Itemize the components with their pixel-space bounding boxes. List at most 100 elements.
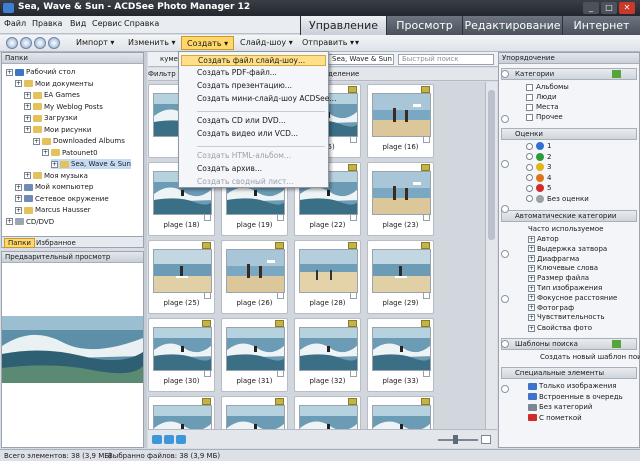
mode-tab-online[interactable]: Интернет	[562, 16, 640, 35]
create-menu-item[interactable]: Создать CD или DVD...	[197, 116, 286, 125]
expand-toggle-icon[interactable]: +	[528, 313, 535, 321]
section-pin-icon[interactable]	[501, 115, 509, 123]
category-checkbox[interactable]	[526, 93, 533, 101]
thumbnail-checkbox[interactable]	[350, 136, 357, 143]
expand-toggle-icon[interactable]: +	[42, 149, 49, 156]
folder-combo[interactable]: Sea, Wave & Sun	[328, 54, 394, 65]
create-menu-item[interactable]: Создать файл слайд-шоу...	[181, 55, 326, 66]
category-item[interactable]: Альбомы	[526, 83, 569, 92]
special-item[interactable]: Только изображения	[528, 382, 616, 391]
section-pin-icon[interactable]	[501, 70, 509, 78]
thumbnail-checkbox[interactable]	[423, 292, 430, 299]
send-button[interactable]: Отправить ▾	[302, 38, 354, 47]
expand-toggle-icon[interactable]: +	[15, 183, 22, 191]
thumbnail-item[interactable]: plage (28)	[294, 240, 361, 314]
auto-category-item[interactable]: + Тип изображения	[528, 284, 602, 293]
thumbnail-checkbox[interactable]	[277, 370, 284, 377]
folder-tree-item[interactable]: + Мои рисунки	[24, 125, 91, 135]
menu-help[interactable]: Справка	[124, 19, 159, 28]
category-item[interactable]: Места	[526, 103, 559, 112]
back-icon[interactable]	[6, 37, 18, 49]
rating-item[interactable]: Без оценки	[526, 194, 589, 204]
category-item[interactable]: Прочее	[526, 113, 563, 122]
zoom-slider-handle[interactable]	[453, 435, 458, 444]
home-icon[interactable]	[48, 37, 60, 49]
category-checkbox[interactable]	[526, 113, 533, 121]
thumbnail-checkbox[interactable]	[423, 214, 430, 221]
expand-toggle-icon[interactable]: +	[528, 235, 535, 243]
left-splitter[interactable]	[144, 52, 147, 448]
folder-tree-item[interactable]: + Downloaded Albums	[33, 136, 125, 146]
auto-category-item[interactable]: + Фокусное расстояние	[528, 294, 617, 303]
rating-item[interactable]: 5	[526, 184, 551, 193]
rating-radio[interactable]	[526, 163, 533, 171]
section-pin-icon[interactable]	[501, 295, 509, 303]
expand-toggle-icon[interactable]: +	[33, 137, 40, 145]
edit-button[interactable]: Изменить ▾	[128, 38, 176, 47]
auto-category-item[interactable]: + Чувствительность	[528, 313, 605, 322]
up-icon[interactable]	[34, 37, 46, 49]
folder-tree-item[interactable]: + Рабочий стол	[6, 67, 75, 77]
folder-tree-item[interactable]: + Мой компьютер	[15, 182, 93, 192]
thumbnail-item[interactable]: plage (25)	[148, 240, 215, 314]
folder-tree-item[interactable]: + CD/DVD	[6, 217, 54, 227]
rating-item[interactable]: 3	[526, 163, 551, 172]
expand-toggle-icon[interactable]: +	[528, 245, 535, 253]
mode-tab-manage[interactable]: Управление	[300, 16, 386, 35]
tab-folders[interactable]: Папки	[4, 238, 35, 248]
tab-favorites[interactable]: Избранное	[36, 239, 76, 247]
menu-tools[interactable]: Сервис	[92, 19, 122, 28]
create-menu-item[interactable]: Создать видео или VCD...	[197, 129, 298, 138]
sort-mode-icon[interactable]	[176, 435, 186, 444]
thumbnail-item[interactable]: plage (31)	[221, 318, 288, 392]
filter-button[interactable]: Фильтр	[148, 70, 176, 78]
mode-tab-edit[interactable]: Редактирование	[462, 16, 562, 35]
section-pin-icon[interactable]	[501, 205, 509, 213]
folder-tree-item[interactable]: + Мои документы	[15, 79, 93, 89]
expand-toggle-icon[interactable]: +	[6, 68, 13, 76]
expand-toggle-icon[interactable]: +	[528, 274, 535, 282]
special-item[interactable]: С пометкой	[528, 414, 582, 423]
auto-category-item[interactable]: + Ключевые слова	[528, 264, 598, 273]
category-item[interactable]: Люди	[526, 93, 557, 102]
thumbnail-item[interactable]	[367, 396, 434, 429]
category-checkbox[interactable]	[526, 83, 533, 91]
menu-view[interactable]: Вид	[70, 19, 86, 28]
folder-tree-item[interactable]: + Marcus Hausser	[15, 205, 91, 215]
new-search-template-link[interactable]: Создать новый шаблон поиска	[540, 353, 640, 362]
folder-tree-item[interactable]: + Сетевое окружение	[15, 194, 109, 204]
menu-edit[interactable]: Правка	[32, 19, 62, 28]
expand-toggle-icon[interactable]: +	[528, 255, 535, 263]
auto-category-item[interactable]: + Диафрагма	[528, 255, 579, 264]
create-menu-item[interactable]: Создать мини-слайд-шоу ACDSee...	[197, 94, 337, 103]
rating-item[interactable]: 1	[526, 142, 551, 151]
thumbnail-checkbox[interactable]	[350, 292, 357, 299]
thumbnail-item[interactable]: plage (29)	[367, 240, 434, 314]
folder-tree-item[interactable]: + Sea, Wave & Sun	[51, 159, 131, 169]
expand-toggle-icon[interactable]: +	[15, 206, 22, 214]
thumbnail-checkbox[interactable]	[204, 292, 211, 299]
group-button[interactable]: деление	[328, 70, 359, 78]
rating-item[interactable]: 4	[526, 173, 551, 183]
thumbnail-checkbox[interactable]	[423, 136, 430, 143]
thumbnail-item[interactable]: plage (16)	[367, 84, 434, 158]
create-menu-item[interactable]: Создать PDF-файл...	[197, 68, 277, 77]
special-item[interactable]: Без категорий	[528, 403, 592, 412]
special-items-section-header[interactable]: Специальные элементы	[501, 367, 637, 379]
rating-radio[interactable]	[526, 174, 533, 181]
expand-toggle-icon[interactable]: +	[528, 264, 535, 272]
rating-radio[interactable]	[526, 142, 533, 150]
expand-toggle-icon[interactable]: +	[528, 324, 535, 332]
expand-toggle-icon[interactable]: +	[15, 195, 22, 202]
thumbnail-item[interactable]	[294, 396, 361, 429]
create-menu-item[interactable]: Создать презентацию...	[197, 81, 292, 90]
toolbar-more-button[interactable]: ▾	[355, 38, 359, 47]
slideshow-button[interactable]: Слайд-шоу ▾	[240, 38, 293, 47]
thumbnail-item[interactable]	[221, 396, 288, 429]
expand-toggle-icon[interactable]: +	[528, 284, 535, 292]
thumbnail-checkbox[interactable]	[204, 370, 211, 377]
add-category-icon[interactable]	[612, 70, 621, 78]
section-pin-icon[interactable]	[501, 160, 509, 168]
rating-item[interactable]: 2	[526, 152, 551, 162]
auto-category-item[interactable]: + Выдержка затвора	[528, 245, 607, 254]
